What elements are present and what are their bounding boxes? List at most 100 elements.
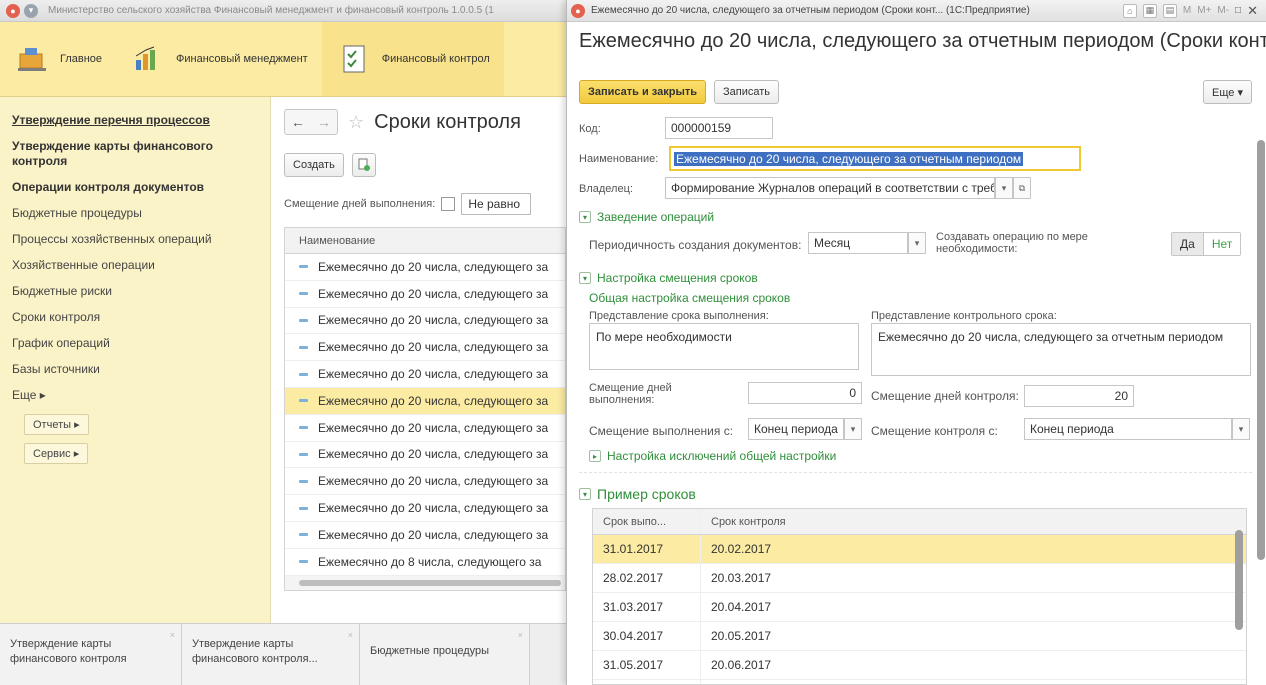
link-icon[interactable]: ⌂ — [1122, 3, 1137, 18]
list-item[interactable]: Ежемесячно до 20 числа, следующего за — [285, 334, 565, 362]
create-button[interactable]: Создать — [284, 153, 344, 177]
horizontal-scrollbar[interactable] — [285, 575, 565, 590]
grid-scrollbar[interactable] — [1235, 530, 1243, 630]
section-financial-control[interactable]: Финансовый контрол — [321, 22, 504, 96]
list-item[interactable]: Ежемесячно до 20 числа, следующего за — [285, 442, 565, 469]
nav-item-budget-procedures[interactable]: Бюджетные процедуры — [12, 206, 270, 221]
nav-item-source-bases[interactable]: Базы источники — [12, 362, 270, 377]
list-item[interactable]: Ежемесячно до 20 числа, следующего за — [285, 468, 565, 496]
section-main[interactable]: Главное — [0, 22, 116, 96]
close-icon[interactable]: ✕ — [1247, 3, 1258, 19]
open-tab-control-map[interactable]: × Утверждение карты финансового контроля — [0, 624, 182, 685]
page-title: Сроки контроля — [374, 110, 521, 133]
cell-control-date: 20.05.2017 — [711, 629, 772, 643]
section-financial-management[interactable]: Финансовый менеджмент — [116, 22, 322, 96]
nav-service-button[interactable]: Сервис ▸ — [24, 443, 89, 464]
copy-button[interactable] — [351, 153, 376, 177]
nav-item-budget-risks[interactable]: Бюджетные риски — [12, 284, 270, 299]
list-item[interactable]: Ежемесячно до 20 числа, следующего за — [285, 281, 565, 308]
home-icon — [16, 44, 50, 74]
filter-checkbox[interactable] — [441, 197, 456, 211]
close-icon[interactable]: × — [170, 628, 175, 643]
arrow-right-icon[interactable]: → — [317, 114, 331, 130]
periodicity-label: Периодичность создания документов: — [589, 238, 802, 252]
exec-repr-field[interactable]: По мере необходимости — [589, 323, 859, 370]
close-icon[interactable]: × — [348, 628, 353, 643]
nav-item-more[interactable]: Еще ▸ — [12, 388, 270, 403]
group-exceptions[interactable]: ▸ Настройка исключений общей настройки — [589, 449, 836, 463]
periodicity-dropdown-button[interactable]: ▾ — [908, 232, 926, 254]
nav-item-schedule[interactable]: График операций — [12, 336, 270, 351]
star-icon[interactable]: ☆ — [348, 112, 364, 133]
nav-item-business-processes[interactable]: Процессы хозяйственных операций — [12, 232, 270, 247]
restore-icon[interactable]: □ — [1235, 5, 1241, 16]
toggle-no[interactable]: Нет — [1204, 233, 1240, 255]
exec-shift-days-field[interactable]: 0 — [748, 382, 862, 404]
left-navigation: Утверждение перечня процессов Утверждени… — [0, 97, 271, 623]
toggle-yes[interactable]: Да — [1172, 233, 1204, 255]
table-row[interactable]: 28.02.2017 20.03.2017 — [593, 564, 1246, 593]
app-menu-icon[interactable]: ● — [6, 3, 20, 18]
list-item-text: Ежемесячно до 20 числа, следующего за — [318, 527, 549, 542]
column-header-control[interactable]: Срок контроля — [701, 509, 1241, 534]
app-menu-icon[interactable]: ● — [571, 3, 585, 18]
list-content-area: ← → ☆ Сроки контроля Создать Смещение дн… — [272, 97, 566, 623]
save-button[interactable]: Записать — [714, 80, 780, 104]
list-item[interactable]: Ежемесячно до 20 числа, следующего за — [285, 361, 565, 388]
table-row[interactable]: 30.04.2017 20.05.2017 — [593, 622, 1246, 651]
list-item[interactable]: Ежемесячно до 20 числа, следующего за — [285, 308, 565, 335]
exec-shift-from-label: Смещение выполнения с: — [589, 424, 734, 438]
table-row[interactable]: 31.03.2017 20.04.2017 — [593, 593, 1246, 622]
table-row[interactable]: 31.01.2017 20.02.2017 — [593, 535, 1246, 564]
memory-m-icon[interactable]: M — [1183, 5, 1191, 16]
cell-control-date: 20.02.2017 — [711, 542, 772, 556]
nav-item-control-map[interactable]: Утверждение карты финансового контроля — [12, 139, 252, 169]
control-repr-field[interactable]: Ежемесячно до 20 числа, следующего за от… — [871, 323, 1251, 376]
memory-plus-icon[interactable]: M+ — [1197, 5, 1211, 16]
column-header-exec[interactable]: Срок выпо... — [593, 509, 701, 534]
calendar-icon[interactable]: ▦ — [1142, 3, 1157, 18]
nav-item-business-operations[interactable]: Хозяйственные операции — [12, 258, 270, 273]
arrow-left-icon[interactable]: ← — [291, 114, 305, 130]
memory-minus-icon[interactable]: M- — [1217, 5, 1229, 16]
group-term-shift[interactable]: ▾ Настройка смещения сроков — [579, 271, 758, 285]
save-and-close-button[interactable]: Записать и закрыть — [579, 80, 707, 104]
tab-line: Бюджетные процедуры — [370, 645, 490, 657]
owner-dropdown-button[interactable]: ▾ — [995, 177, 1013, 199]
chevron-down-icon[interactable]: ▾ — [24, 3, 38, 18]
exec-shift-from-dropdown[interactable]: ▾ — [844, 418, 862, 440]
list-item[interactable]: Ежемесячно до 20 числа, следующего за — [285, 387, 565, 415]
checklist-icon — [338, 44, 372, 74]
nav-reports-button[interactable]: Отчеты ▸ — [24, 414, 89, 435]
exec-shift-from-field[interactable]: Конец периода — [748, 418, 844, 440]
owner-field[interactable]: Формирование Журналов операций в соответ… — [665, 177, 995, 199]
calculator-icon[interactable]: ▤ — [1162, 3, 1177, 18]
list-item[interactable]: Ежемесячно до 20 числа, следующего за — [285, 254, 565, 281]
tab-line: Утверждение карты — [192, 638, 294, 650]
nav-item-control-terms[interactable]: Сроки контроля — [12, 310, 270, 325]
list-item[interactable]: Ежемесячно до 20 числа, следующего за — [285, 495, 565, 522]
nav-item-document-control[interactable]: Операции контроля документов — [12, 180, 270, 195]
control-shift-days-field[interactable]: 20 — [1024, 385, 1134, 407]
owner-open-button[interactable]: ⧉ — [1013, 177, 1031, 199]
table-row[interactable]: 31.05.2017 20.06.2017 — [593, 651, 1246, 680]
list-item[interactable]: Ежемесячно до 20 числа, следующего за — [285, 522, 565, 549]
nav-item-process-list[interactable]: Утверждение перечня процессов — [12, 113, 270, 128]
open-tab-budget-procedures[interactable]: × Бюджетные процедуры — [360, 624, 530, 685]
code-field[interactable]: 000000159 — [665, 117, 773, 139]
name-field[interactable]: Ежемесячно до 20 числа, следующего за от… — [669, 146, 1081, 171]
list-item[interactable]: Ежемесячно до 8 числа, следующего за — [285, 549, 565, 576]
list-item[interactable]: Ежемесячно до 20 числа, следующего за — [285, 415, 565, 442]
close-icon[interactable]: × — [518, 628, 523, 643]
group-examples[interactable]: ▾ Пример сроков — [579, 486, 696, 502]
open-tab-control-map-2[interactable]: × Утверждение карты финансового контроля… — [182, 624, 360, 685]
form-scrollbar[interactable] — [1257, 140, 1265, 560]
table-row[interactable]: 30.06.201720.07.2017 — [593, 680, 1246, 684]
filter-select[interactable]: Не равно — [461, 193, 532, 215]
column-header-name[interactable]: Наименование — [285, 228, 565, 254]
more-button[interactable]: Еще ▾ — [1203, 80, 1252, 104]
periodicity-field[interactable]: Месяц — [808, 232, 908, 254]
control-shift-from-dropdown[interactable]: ▾ — [1232, 418, 1250, 440]
group-operations[interactable]: ▾ Заведение операций — [579, 210, 714, 224]
control-shift-from-field[interactable]: Конец периода — [1024, 418, 1232, 440]
